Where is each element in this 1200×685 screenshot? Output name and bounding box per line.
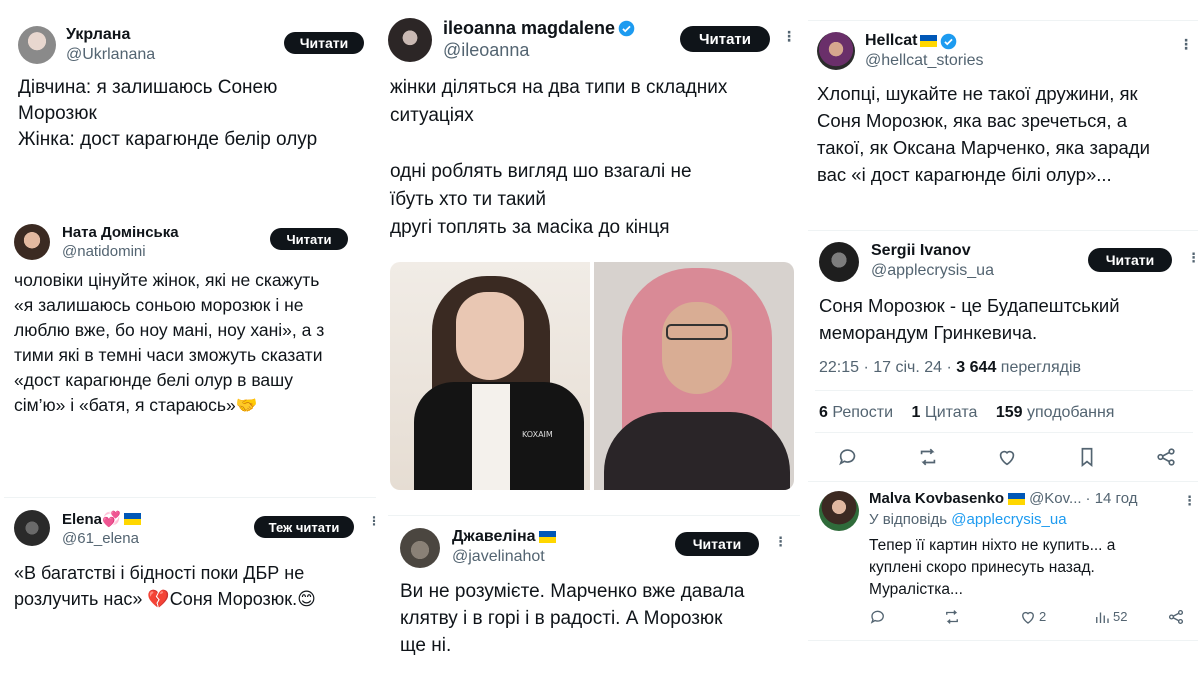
tweet-natadomini[interactable]: Ната Домінська @natidomini Читати чолові… xyxy=(0,210,378,490)
avatar[interactable] xyxy=(400,528,440,568)
tweet-sergii[interactable]: Sergii Ivanov @applecrysis_ua Читати ⋮ С… xyxy=(805,232,1200,480)
jacket-logo: KOXAIM xyxy=(522,430,553,439)
like-count: 2 xyxy=(1039,609,1047,624)
like-icon[interactable] xyxy=(996,446,1018,468)
follow-button[interactable]: Теж читати xyxy=(254,516,354,538)
more-icon[interactable]: ⋮ xyxy=(1183,493,1196,509)
views-count: 3 644 xyxy=(956,359,997,376)
author-name[interactable]: Укрлана xyxy=(66,26,155,44)
more-icon[interactable]: ⋮ xyxy=(782,28,796,45)
views-icon[interactable] xyxy=(1093,608,1111,626)
share-icon[interactable] xyxy=(1167,608,1185,626)
photo-coat xyxy=(604,412,790,490)
tweet-elena[interactable]: Elena💞 @61_elena Теж читати ⋮ «В багатст… xyxy=(0,500,380,685)
ukraine-flag-icon xyxy=(1008,492,1026,505)
ukraine-flag-icon xyxy=(538,531,556,543)
views-count: 52 xyxy=(1113,609,1128,624)
tweet-text: «В багатстві і бідності поки ДБР не розл… xyxy=(14,563,316,609)
reply-icon[interactable] xyxy=(869,608,887,626)
follow-button[interactable]: Читати xyxy=(284,32,364,54)
author-name[interactable]: Ната Домінська xyxy=(62,224,179,241)
repost-icon[interactable] xyxy=(943,608,961,626)
divider xyxy=(388,515,800,516)
tweet-text: Ви не розумієте. Марченко вже давала кля… xyxy=(400,581,745,656)
divider xyxy=(815,390,1193,391)
author-name[interactable]: Sergii Ivanov xyxy=(871,242,994,260)
photo-face xyxy=(662,302,732,394)
author-name[interactable]: ileoanna magdalene xyxy=(443,18,635,39)
avatar[interactable] xyxy=(817,32,855,70)
tweet-text: Хлопці, шукайте не такої дружини, як Сон… xyxy=(817,83,1150,185)
more-icon[interactable]: ⋮ xyxy=(774,534,787,550)
tweet-ukrlana[interactable]: Укрлана @Ukrlanana Читати Дівчина: я зал… xyxy=(0,0,378,200)
follow-button[interactable]: Читати xyxy=(680,26,770,52)
ukraine-flag-icon xyxy=(920,35,938,47)
tweet-photo-left[interactable]: KOXAIM xyxy=(390,262,590,490)
quotes-stat[interactable]: 1 Цитата xyxy=(912,404,978,421)
tweet-timestamp[interactable]: 22:15 · 17 січ. 24 · xyxy=(819,359,956,376)
reply-to-link[interactable]: @applecrysis_ua xyxy=(951,511,1066,528)
author-name[interactable]: Malva Kovbasenko xyxy=(869,490,1004,507)
tweet-stats: 6 Репости 1 Цитата 159 уподобання xyxy=(819,404,1114,422)
author-handle[interactable]: @hellcat_stories xyxy=(865,52,984,70)
avatar[interactable] xyxy=(18,26,56,64)
tweet-text: Дівчина: я залишаюсь Сонею Морозюк Жінка… xyxy=(18,77,318,150)
tweet-reply-malva[interactable]: Malva Kovbasenko @Kov... · 14 год ⋮ У ві… xyxy=(805,483,1200,643)
tweet-text: жінки діляться на два типи в складних си… xyxy=(390,77,728,238)
author-handle[interactable]: @javelinahot xyxy=(452,548,556,566)
tweet-ileoanna[interactable]: ileoanna magdalene @ileoanna Читати ⋮ жі… xyxy=(378,0,802,510)
author-handle[interactable]: @61_elena xyxy=(62,530,141,547)
divider xyxy=(815,432,1193,433)
verified-badge-icon xyxy=(941,33,957,49)
action-bar xyxy=(805,444,1200,470)
follow-button[interactable]: Читати xyxy=(675,532,759,556)
tweet-hellcat[interactable]: Hellcat @hellcat_stories ⋮ Хлопці, шукай… xyxy=(805,22,1200,227)
like-icon[interactable] xyxy=(1019,608,1037,626)
reply-context: У відповідь @applecrysis_ua xyxy=(869,511,1067,528)
author-name[interactable]: Hellcat xyxy=(865,32,984,50)
repost-icon[interactable] xyxy=(917,446,939,468)
ukraine-flag-icon xyxy=(123,513,141,525)
avatar[interactable] xyxy=(14,510,50,546)
tweet-text: чоловіки цінуйте жінок, які не скажуть «… xyxy=(14,270,325,415)
bookmark-icon[interactable] xyxy=(1076,446,1098,468)
tweet-javelina[interactable]: Джавеліна @javelinahot Читати ⋮ Ви не ро… xyxy=(378,518,802,685)
reply-icon[interactable] xyxy=(837,446,859,468)
tweet-text: Соня Морозюк - це Будапештський меморанд… xyxy=(819,295,1120,343)
author-name[interactable]: Elena💞 xyxy=(62,510,141,528)
avatar[interactable] xyxy=(14,224,50,260)
divider xyxy=(808,640,1198,641)
avatar[interactable] xyxy=(819,242,859,282)
views-label: переглядів xyxy=(996,359,1082,376)
reposts-stat[interactable]: 6 Репости xyxy=(819,404,893,421)
author-handle[interactable]: @natidomini xyxy=(62,243,179,260)
photo-face xyxy=(456,292,524,380)
follow-button[interactable]: Читати xyxy=(1088,248,1172,272)
reply-header: Malva Kovbasenko @Kov... · 14 год xyxy=(869,490,1137,507)
tweet-age[interactable]: · 14 год xyxy=(1086,490,1138,507)
divider xyxy=(808,481,1198,482)
tweet-meta: 22:15 · 17 січ. 24 · 3 644 переглядів xyxy=(819,359,1081,377)
author-name[interactable]: Джавеліна xyxy=(452,528,556,546)
more-icon[interactable]: ⋮ xyxy=(1187,250,1200,266)
verified-badge-icon xyxy=(618,20,635,37)
tweet-text: Тепер її картин ніхто не купить... а куп… xyxy=(869,537,1116,598)
divider xyxy=(808,20,1198,21)
share-icon[interactable] xyxy=(1155,446,1177,468)
photo-glasses xyxy=(666,324,728,340)
avatar[interactable] xyxy=(388,18,432,62)
avatar[interactable] xyxy=(819,491,859,531)
divider xyxy=(4,497,376,498)
tweet-photo-right[interactable] xyxy=(594,262,794,490)
photo-shirt xyxy=(472,384,510,490)
author-handle[interactable]: @applecrysis_ua xyxy=(871,262,994,280)
follow-button[interactable]: Читати xyxy=(270,228,348,250)
likes-stat[interactable]: 159 уподобання xyxy=(996,404,1115,421)
action-bar: 2 52 xyxy=(805,608,1200,628)
author-handle[interactable]: @Kov... xyxy=(1029,490,1081,507)
author-handle[interactable]: @Ukrlanana xyxy=(66,46,155,64)
divider xyxy=(808,230,1198,231)
author-handle[interactable]: @ileoanna xyxy=(443,40,635,61)
more-icon[interactable]: ⋮ xyxy=(1179,36,1193,53)
